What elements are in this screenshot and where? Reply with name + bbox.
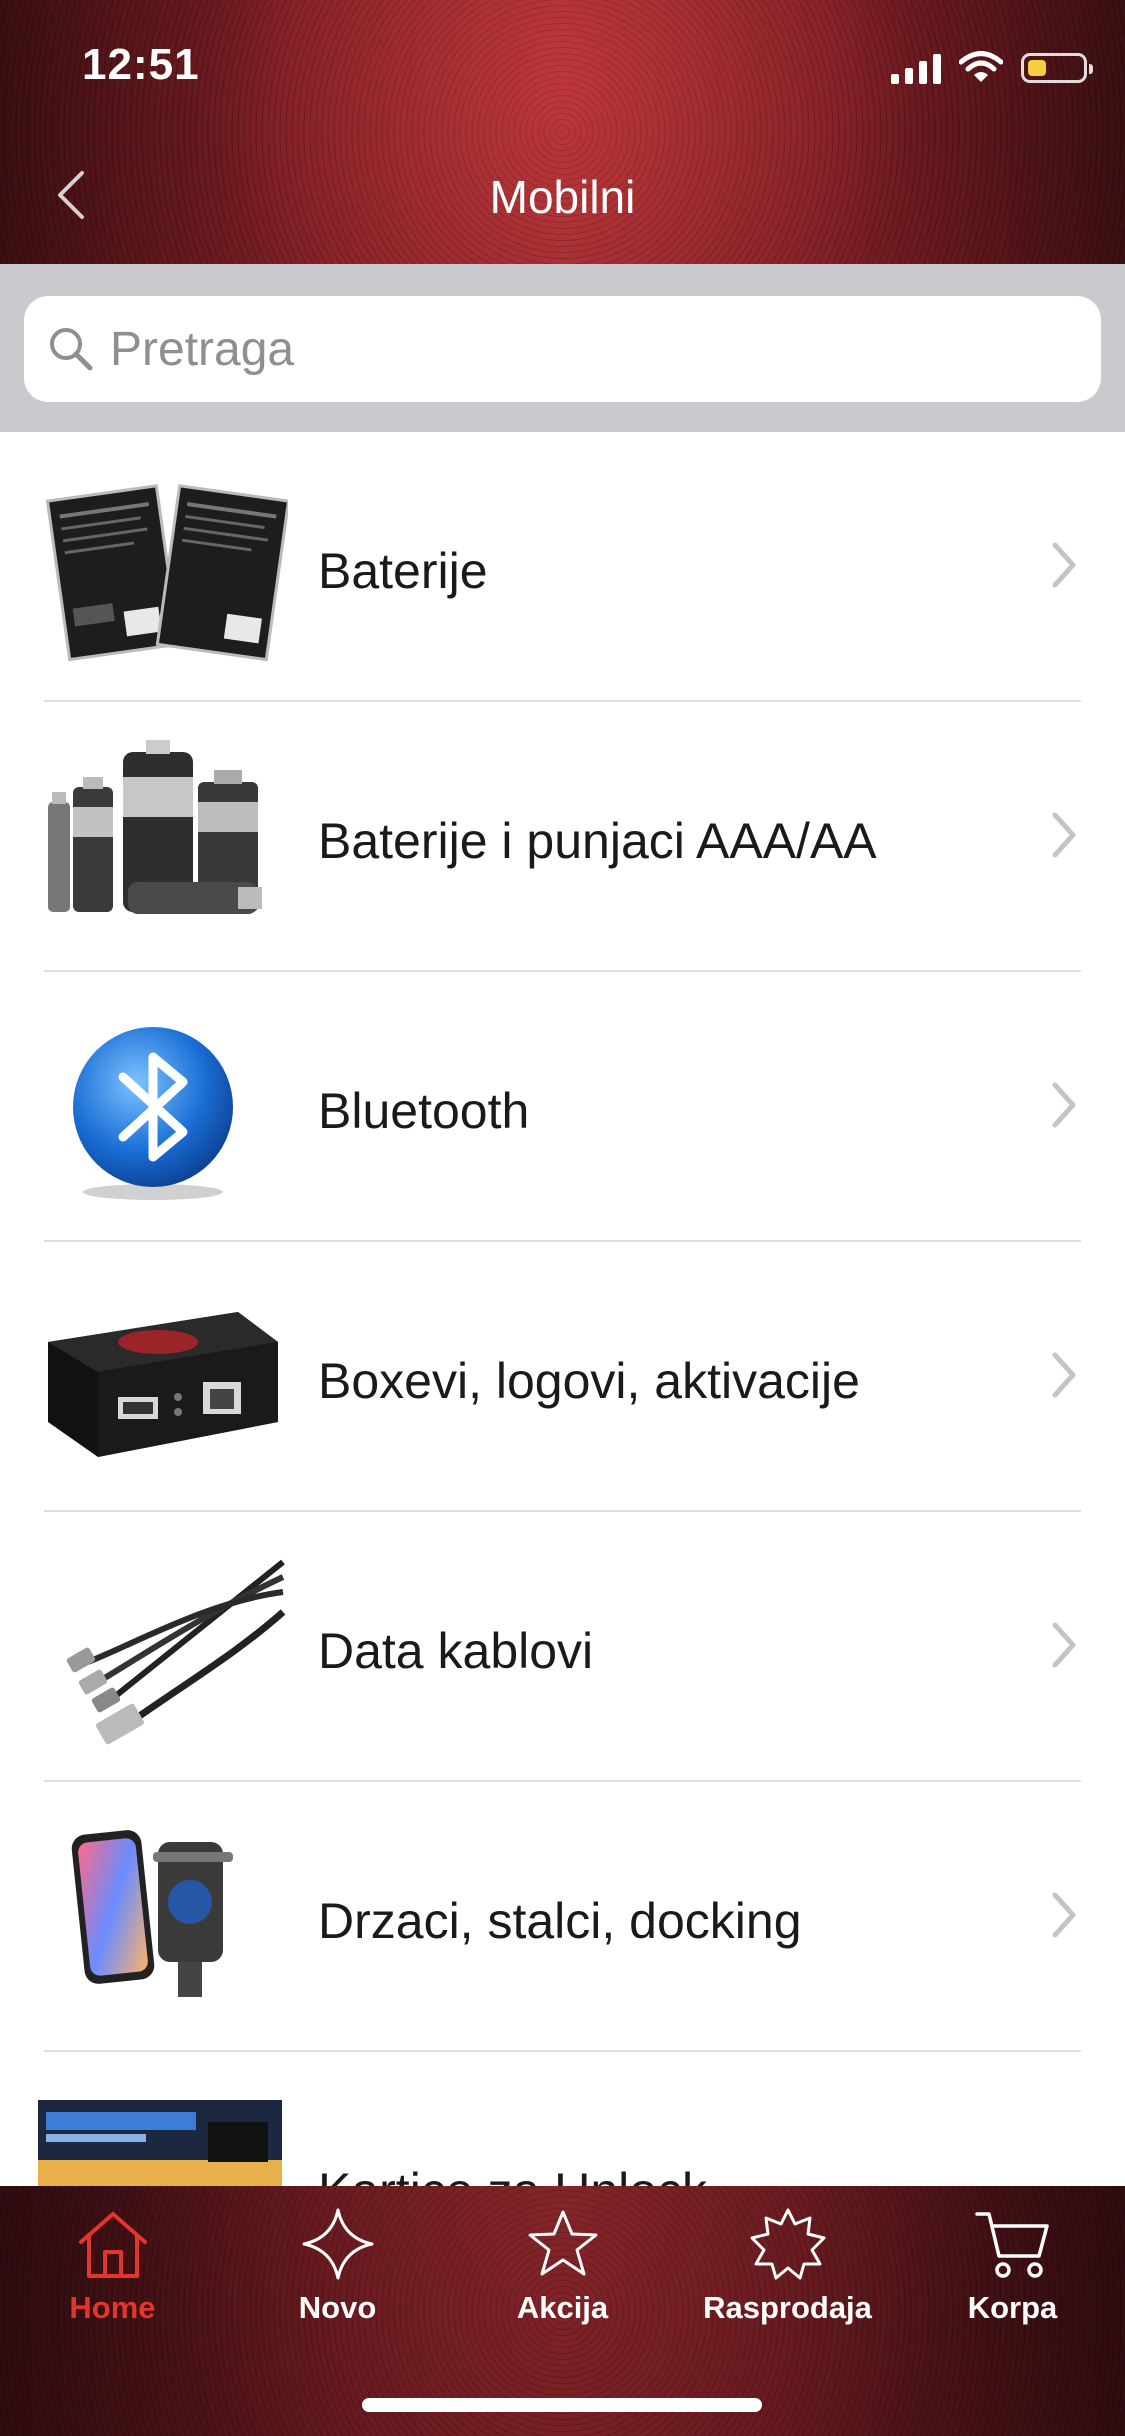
list-item[interactable]: Drzaci, stalci, docking [0,1782,1125,2052]
list-item-label: Drzaci, stalci, docking [318,1893,802,1949]
chevron-right-icon [1052,1892,1076,1938]
status-time: 12:51 [82,40,200,89]
tab-home[interactable]: Home [0,2206,225,2356]
list-item[interactable]: Data kablovi [0,1512,1125,1782]
list-item-label: Data kablovi [318,1623,594,1679]
page-title: Mobilni [489,171,636,223]
home-icon [78,2212,147,2278]
tab-korpa[interactable]: Korpa [900,2206,1125,2356]
star-icon [528,2210,597,2276]
search-bar-container [0,264,1125,432]
chevron-right-icon [1052,542,1076,588]
four-point-star-icon [302,2208,373,2280]
chevron-right-icon [1052,1622,1076,1668]
search-icon [50,328,93,371]
tab-novo[interactable]: Novo [225,2206,450,2356]
chevron-right-icon [1052,1082,1076,1128]
home-indicator [362,2398,762,2412]
tab-label: Korpa [967,2290,1058,2325]
phone-holder-image [71,1830,233,1997]
list-item-label: Baterije i punjaci AAA/AA [318,813,877,869]
cellular-signal-icon [891,52,941,84]
tab-akcija[interactable]: Akcija [450,2206,675,2356]
list-item-label: Boxevi, logovi, aktivacije [318,1353,860,1409]
tab-label: Akcija [516,2290,609,2325]
tab-label: Home [69,2290,156,2325]
usb-cable-image [66,1559,286,1745]
list-item[interactable]: Bluetooth [0,972,1125,1242]
category-list: Baterije Baterije i punjaci AAA/AA Bluet… [0,432,1125,2322]
list-item-label: Baterije [318,543,488,599]
battery-icon [1021,53,1093,83]
list-item-label: Bluetooth [318,1083,530,1139]
list-item[interactable]: Baterije i punjaci AAA/AA [0,702,1125,972]
search-box[interactable] [24,296,1101,402]
chevron-right-icon [1052,1352,1076,1398]
nav-header: 12:51 Mobilni [0,0,1125,264]
tab-rasprodaja[interactable]: Rasprodaja [675,2206,900,2356]
tab-label: Rasprodaja [703,2290,872,2325]
unlock-box-image [48,1312,278,1457]
tab-label: Novo [298,2290,377,2325]
battery-packs-image [45,484,288,662]
cart-icon [974,2212,1049,2278]
burst-star-icon [750,2208,825,2280]
status-icons [891,48,1093,88]
list-item[interactable]: Boxevi, logovi, aktivacije [0,1242,1125,1512]
bluetooth-logo-image [73,1027,233,1200]
wifi-icon [959,51,1003,82]
search-input[interactable] [110,296,1060,402]
chevron-right-icon [1052,812,1076,858]
list-item[interactable]: Baterije [0,432,1125,702]
aa-batteries-image [48,740,262,914]
